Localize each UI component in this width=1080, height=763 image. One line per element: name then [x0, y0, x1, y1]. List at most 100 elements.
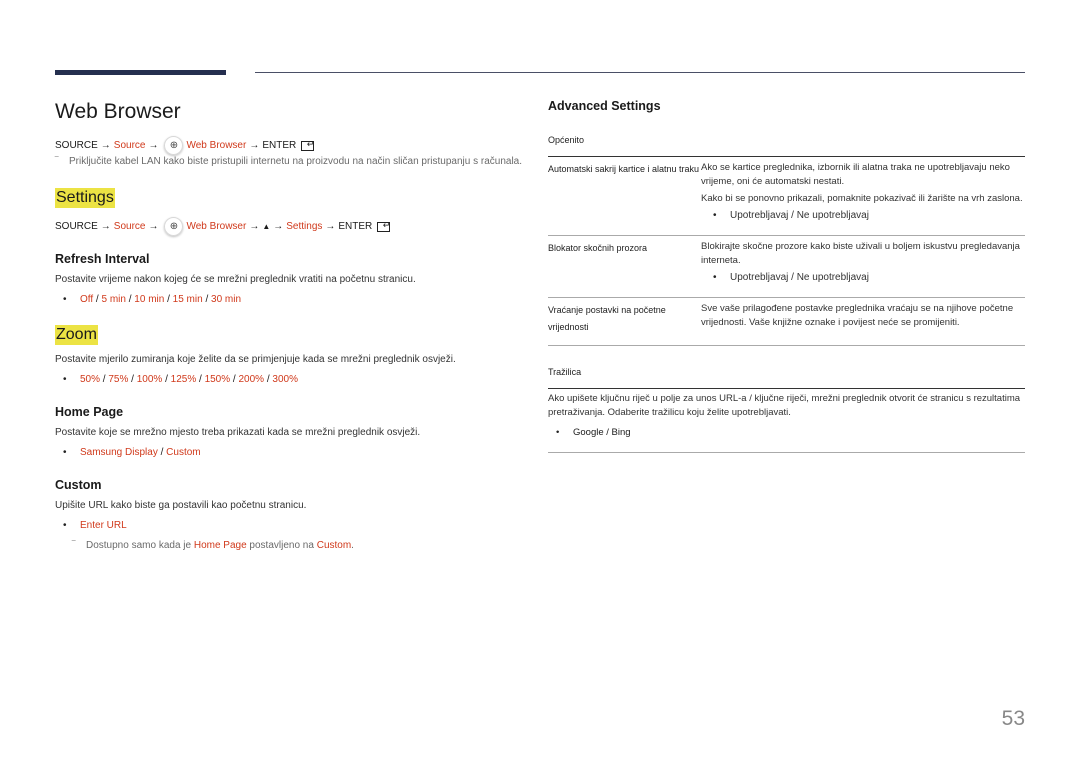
- note-home-page: Home Page: [193, 540, 247, 551]
- path-web-browser: Web Browser: [186, 220, 247, 232]
- row-para: Sve vaše prilagođene postavke preglednik…: [701, 303, 1014, 328]
- option-text: Google / Bing: [573, 427, 631, 438]
- lan-note-text: Priključite kabel LAN kako biste pristup…: [69, 156, 523, 167]
- general-label: Općenito: [548, 135, 585, 145]
- search-options: • Google / Bing: [548, 426, 1025, 452]
- home-page-heading: Home Page: [55, 405, 124, 419]
- path-enter: ENTER: [262, 139, 297, 151]
- option-samsung-display: Samsung Display: [80, 447, 158, 458]
- enter-icon: [377, 218, 391, 232]
- row-option: • Upotrebljavaj / Ne upotrebljavaj: [701, 271, 1025, 285]
- arrow-icon: →: [100, 139, 111, 151]
- custom-heading: Custom: [55, 478, 102, 492]
- search-desc: Ako upišete ključnu riječ u polje za uno…: [548, 393, 1021, 418]
- page-number: 53: [1001, 707, 1025, 730]
- row-name: Automatski sakrij kartice i alatnu traku: [548, 164, 700, 174]
- path-settings: Settings: [286, 220, 323, 232]
- row-desc: Ako se kartice preglednika, izbornik ili…: [701, 157, 1025, 235]
- table-row: Automatski sakrij kartice i alatnu traku…: [548, 157, 1025, 236]
- arrow-icon: →: [273, 220, 284, 232]
- general-table: Automatski sakrij kartice i alatnu traku…: [548, 156, 1025, 346]
- table-row: Ako upišete ključnu riječ u polje za uno…: [548, 389, 1025, 453]
- row-option: • Upotrebljavaj / Ne upotrebljavaj: [701, 209, 1025, 223]
- zoom-option: 75%: [108, 374, 129, 385]
- globe-icon: ⊕: [164, 217, 184, 236]
- zoom-options: • 50% / 75% / 100% / 125% / 150% / 200% …: [55, 373, 535, 387]
- arrow-icon: →: [148, 220, 159, 232]
- home-page-options: • Samsung Display / Custom: [55, 446, 535, 460]
- zoom-option: 150%: [204, 374, 231, 385]
- note-text: Dostupno samo kada je: [86, 540, 194, 551]
- path-web-browser: Web Browser: [186, 139, 247, 151]
- option-10min: 10 min: [134, 294, 165, 305]
- arrow-icon: →: [325, 220, 336, 232]
- option-off: Off: [80, 294, 94, 305]
- settings-section: Settings: [55, 188, 535, 208]
- bullet-icon: •: [63, 374, 67, 385]
- home-page-desc: Postavite koje se mrežno mjesto treba pr…: [55, 427, 421, 438]
- arrow-icon: →: [249, 139, 260, 151]
- note-dash-icon: ‾: [72, 540, 76, 551]
- option-enter-url: Enter URL: [80, 520, 127, 531]
- path-source-menu: Source: [113, 139, 146, 151]
- zoom-option: 100%: [136, 374, 163, 385]
- arrow-icon: →: [249, 220, 260, 232]
- page-title: Web Browser: [55, 100, 181, 123]
- globe-icon: ⊕: [164, 136, 184, 155]
- settings-heading: Settings: [55, 188, 115, 208]
- note-custom: Custom: [316, 540, 352, 551]
- header-accent-bar: [55, 70, 226, 75]
- bullet-icon: •: [63, 520, 67, 531]
- table-row: Blokator skočnih prozora Blokirajte skoč…: [548, 236, 1025, 298]
- note-dash-icon: ‾: [55, 156, 59, 167]
- path-source: SOURCE: [55, 220, 98, 232]
- enter-icon: [301, 137, 315, 151]
- right-column: Advanced Settings Općenito Automatski sa…: [548, 98, 1025, 453]
- settings-menu-path: SOURCE → Source → ⊕ Web Browser → ▲ → Se…: [55, 217, 535, 236]
- bullet-icon: •: [556, 427, 560, 438]
- path-enter: ENTER: [338, 220, 373, 232]
- bullet-icon: •: [63, 294, 67, 305]
- row-para: Ako se kartice preglednika, izbornik ili…: [701, 162, 1010, 187]
- option-text: Upotrebljavaj / Ne upotrebljavaj: [730, 210, 869, 221]
- row-name: Blokator skočnih prozora: [548, 243, 648, 253]
- zoom-desc: Postavite mjerilo zumiranja koje želite …: [55, 354, 456, 365]
- option-custom: Custom: [166, 447, 201, 458]
- left-column: Web Browser SOURCE → Source → ⊕ Web Brow…: [55, 98, 535, 553]
- arrow-icon: →: [148, 139, 159, 151]
- option-15min: 15 min: [172, 294, 203, 305]
- refresh-interval-heading: Refresh Interval: [55, 252, 150, 266]
- row-name: Vraćanje postavki na početne vrijednosti: [548, 305, 666, 332]
- row-para: Kako bi se ponovno prikazali, pomaknite …: [701, 193, 1023, 204]
- row-desc: Blokirajte skočne prozore kako biste uži…: [701, 236, 1025, 297]
- zoom-section: Zoom: [55, 325, 535, 345]
- search-engine-table: Ako upišete ključnu riječ u polje za uno…: [548, 388, 1025, 453]
- option-5min: 5 min: [101, 294, 126, 305]
- refresh-interval-desc: Postavite vrijeme nakon kojeg će se mrež…: [55, 274, 416, 285]
- bullet-icon: •: [713, 210, 717, 221]
- custom-options: • Enter URL: [55, 519, 535, 533]
- path-source: SOURCE: [55, 139, 98, 151]
- note-text: postavljeno na: [246, 540, 317, 551]
- zoom-heading: Zoom: [55, 325, 98, 345]
- zoom-option: 50%: [80, 374, 101, 385]
- table-row: Vraćanje postavki na početne vrijednosti…: [548, 298, 1025, 346]
- option-text: Upotrebljavaj / Ne upotrebljavaj: [730, 272, 869, 283]
- refresh-interval-options: • Off / 5 min / 10 min / 15 min / 30 min: [55, 293, 535, 307]
- zoom-option: 200%: [238, 374, 265, 385]
- search-engine-label: Tražilica: [548, 367, 582, 377]
- note-text: .: [351, 540, 354, 551]
- arrow-icon: →: [100, 220, 111, 232]
- path-source-menu: Source: [113, 220, 146, 232]
- advanced-settings-heading: Advanced Settings: [548, 99, 661, 113]
- custom-note: ‾ Dostupno samo kada je Home Page postav…: [55, 539, 535, 553]
- custom-desc: Upišite URL kako biste ga postavili kao …: [55, 500, 307, 511]
- menu-path: SOURCE → Source → ⊕ Web Browser → ENTER: [55, 136, 535, 155]
- option-30min: 30 min: [211, 294, 242, 305]
- lan-note: ‾ Priključite kabel LAN kako biste prist…: [55, 155, 535, 169]
- row-para: Blokirajte skočne prozore kako biste uži…: [701, 241, 1020, 266]
- up-triangle-icon: ▲: [262, 221, 271, 231]
- header-rule: [255, 72, 1025, 73]
- zoom-option: 300%: [272, 374, 298, 385]
- bullet-icon: •: [63, 447, 67, 458]
